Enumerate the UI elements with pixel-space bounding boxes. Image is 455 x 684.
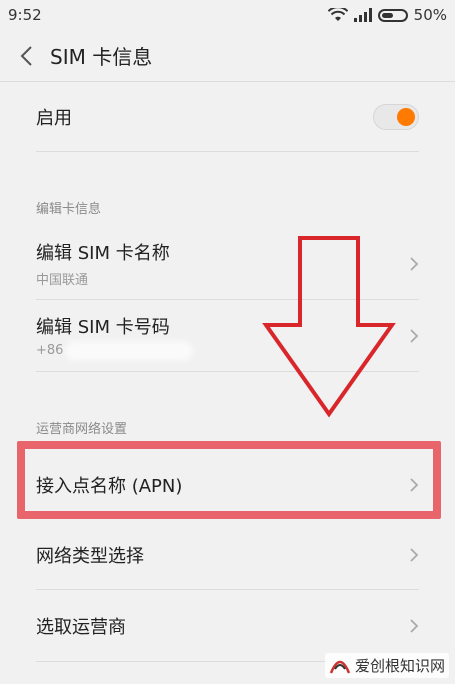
edit-sim-name-value: 中国联通 (36, 273, 89, 288)
edit-sim-number-label: 编辑 SIM 卡号码 (36, 317, 170, 338)
wifi-icon (327, 8, 348, 21)
signal-icon (353, 8, 372, 22)
enable-toggle[interactable] (373, 103, 419, 130)
section-header-network: 运营商网络设置 (36, 422, 128, 437)
edit-sim-name-row[interactable]: 编辑 SIM 卡名称 中国联通 (36, 228, 419, 300)
back-chevron-icon[interactable] (18, 44, 36, 68)
toggle-knob (397, 107, 415, 126)
battery-icon (377, 8, 408, 22)
edit-sim-number-value: +86 (36, 343, 64, 358)
battery-fill (381, 12, 393, 18)
redacted-number (69, 344, 190, 357)
enable-label: 启用 (36, 107, 72, 129)
section-header-card: 编辑卡信息 (36, 202, 102, 217)
apn-row[interactable]: 接入点名称 (APN) (36, 450, 419, 520)
chevron-right-icon (410, 618, 419, 633)
operator-label: 选取运营商 (36, 616, 126, 638)
battery-percent: 50% (413, 6, 447, 24)
network-type-row[interactable]: 网络类型选择 (36, 520, 419, 590)
chevron-right-icon (410, 328, 419, 343)
apn-label: 接入点名称 (APN) (36, 476, 183, 497)
edit-sim-name-label: 编辑 SIM 卡名称 (36, 243, 170, 264)
chevron-right-icon (410, 478, 419, 492)
status-bar: 9:52 50% (0, 0, 455, 30)
status-time: 9:52 (8, 6, 42, 24)
chevron-right-icon (410, 547, 419, 562)
enable-row[interactable]: 启用 (36, 82, 419, 152)
watermark-logo-icon (329, 660, 351, 673)
chevron-right-icon (410, 256, 419, 271)
page-title: SIM 卡信息 (50, 45, 153, 69)
status-icons: 50% (327, 6, 447, 24)
network-type-label: 网络类型选择 (36, 545, 144, 567)
operator-row[interactable]: 选取运营商 (36, 590, 419, 662)
watermark: 爱创根知识网 (324, 653, 449, 678)
watermark-text: 爱创根知识网 (354, 657, 445, 675)
edit-sim-number-row[interactable]: 编辑 SIM 卡号码 +86 (36, 300, 419, 372)
title-bar: SIM 卡信息 (0, 30, 455, 82)
